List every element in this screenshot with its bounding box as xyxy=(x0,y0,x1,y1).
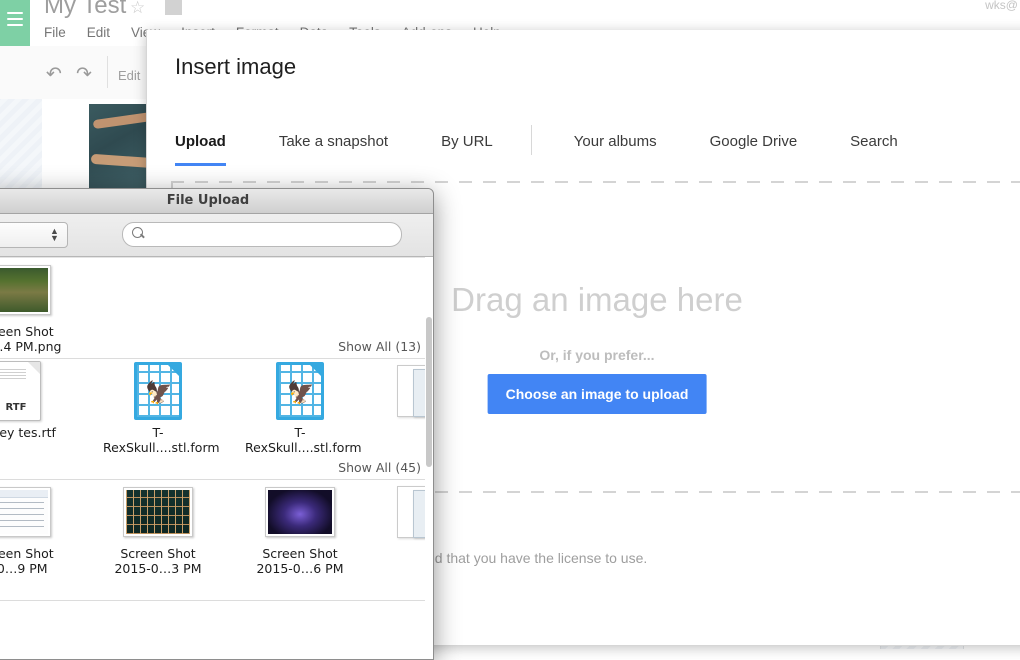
file-item[interactable]: Screen Shot 2015-0…6 PM xyxy=(245,486,355,576)
photo-thumbnail-icon xyxy=(122,486,194,538)
file-name-line-2: 2015-0…6 PM xyxy=(256,561,344,576)
file-name-line-1: T- xyxy=(152,425,164,440)
tab-take-a-snapshot[interactable]: Take a snapshot xyxy=(279,133,388,166)
menu-item-file[interactable]: File xyxy=(44,25,66,40)
file-group: Screen Shot 5-0…9 PM Screen Shot 2015-0…… xyxy=(0,480,433,601)
star-outline-icon[interactable]: ☆ xyxy=(130,0,145,18)
file-name-line-1: Screen Shot xyxy=(0,546,54,561)
show-all-link[interactable]: Show All (13) xyxy=(338,339,421,354)
choose-image-to-upload-button[interactable]: Choose an image to upload xyxy=(487,374,707,414)
tab-by-url[interactable]: By URL xyxy=(441,133,493,166)
photo-thumbnail-icon xyxy=(264,486,336,538)
file-dialog-title: File Upload xyxy=(166,193,250,208)
file-name-line-2: 5-0…4 PM.png xyxy=(0,339,62,354)
file-name-line-1: Screen Shot xyxy=(0,324,54,339)
undo-arrow-icon[interactable]: ↶ xyxy=(46,63,62,86)
file-group: Screen Shot 5-0…4 PM.png Show All (13) xyxy=(0,257,433,359)
file-browser-body[interactable]: Screen Shot 5-0…4 PM.png Show All (13) R… xyxy=(0,257,433,659)
file-dialog-titlebar[interactable]: File Upload xyxy=(0,189,433,214)
stepper-arrows-icon[interactable]: ▲ ▼ xyxy=(50,227,59,243)
location-select[interactable]: p ▲▼ xyxy=(0,222,68,248)
magnifier-icon xyxy=(132,227,143,238)
tab-google-drive[interactable]: Google Drive xyxy=(710,133,798,166)
file-group: RTF saftey tes.rtf 🦅 T- RexSkull....stl.… xyxy=(0,359,433,480)
form-document-icon: 🦅 xyxy=(122,362,194,420)
file-item[interactable]: 🦅 T- RexSkull....stl.form xyxy=(103,362,220,455)
file-name-line-2: RexSkull....stl.form xyxy=(245,440,362,455)
file-item[interactable]: Screen Shot 5-0…9 PM xyxy=(0,486,71,576)
file-item[interactable]: RTF saftey tes.rtf xyxy=(0,361,71,440)
document-title[interactable]: My Test xyxy=(44,0,126,20)
file-item[interactable]: 🦅 T- RexSkull....stl.form xyxy=(245,362,362,455)
file-item[interactable]: Screen Shot 2015-0…3 PM xyxy=(103,486,213,576)
dialog-tabs: Upload Take a snapshot By URL Your albums Go… xyxy=(175,125,898,181)
dialog-title: Insert image xyxy=(175,54,297,79)
file-name-line-1: T- xyxy=(294,425,306,440)
file-dialog-toolbar: p ▲▼ xyxy=(0,214,433,257)
photo-thumbnail-icon xyxy=(0,486,52,538)
forms-logo-icon xyxy=(0,0,30,46)
top-right-account-text: wks@ xyxy=(985,0,1018,12)
toolbar-divider xyxy=(107,56,108,88)
file-name-line-2: 2015-0…3 PM xyxy=(114,561,202,576)
toolbar-edit-label[interactable]: Edit xyxy=(118,68,140,83)
tab-upload[interactable]: Upload xyxy=(175,133,226,166)
file-name-line-1: saftey tes.rtf xyxy=(0,425,56,440)
file-row: Screen Shot 5-0…9 PM Screen Shot 2015-0…… xyxy=(0,480,433,600)
form-document-icon: 🦅 xyxy=(264,362,336,420)
rtf-document-icon: RTF xyxy=(0,361,52,421)
tabs-divider xyxy=(530,125,532,155)
file-name-line-1: Screen Shot xyxy=(262,546,338,561)
redo-arrow-icon[interactable]: ↷ xyxy=(76,63,92,86)
file-item[interactable]: Screen Shot 5-0…4 PM.png xyxy=(0,264,71,354)
file-list-scrollbar[interactable] xyxy=(425,257,433,659)
file-upload-dialog: File Upload p ▲▼ Screen Shot 5-0…4 PM.pn… xyxy=(0,188,434,660)
file-name-line-2: 5-0…9 PM xyxy=(0,561,48,576)
show-all-link[interactable]: Show All (45) xyxy=(338,460,421,475)
dropzone-border-top xyxy=(171,181,1020,183)
photo-thumbnail-icon xyxy=(0,264,52,316)
file-name-line-1: Screen Shot xyxy=(120,546,196,561)
tab-your-albums[interactable]: Your albums xyxy=(574,133,657,166)
file-search-input[interactable] xyxy=(122,222,402,247)
tab-search[interactable]: Search xyxy=(850,133,898,166)
folder-chip-icon[interactable] xyxy=(165,0,182,15)
menu-item-edit[interactable]: Edit xyxy=(87,25,110,40)
file-name-line-2: RexSkull....stl.form xyxy=(103,440,220,455)
